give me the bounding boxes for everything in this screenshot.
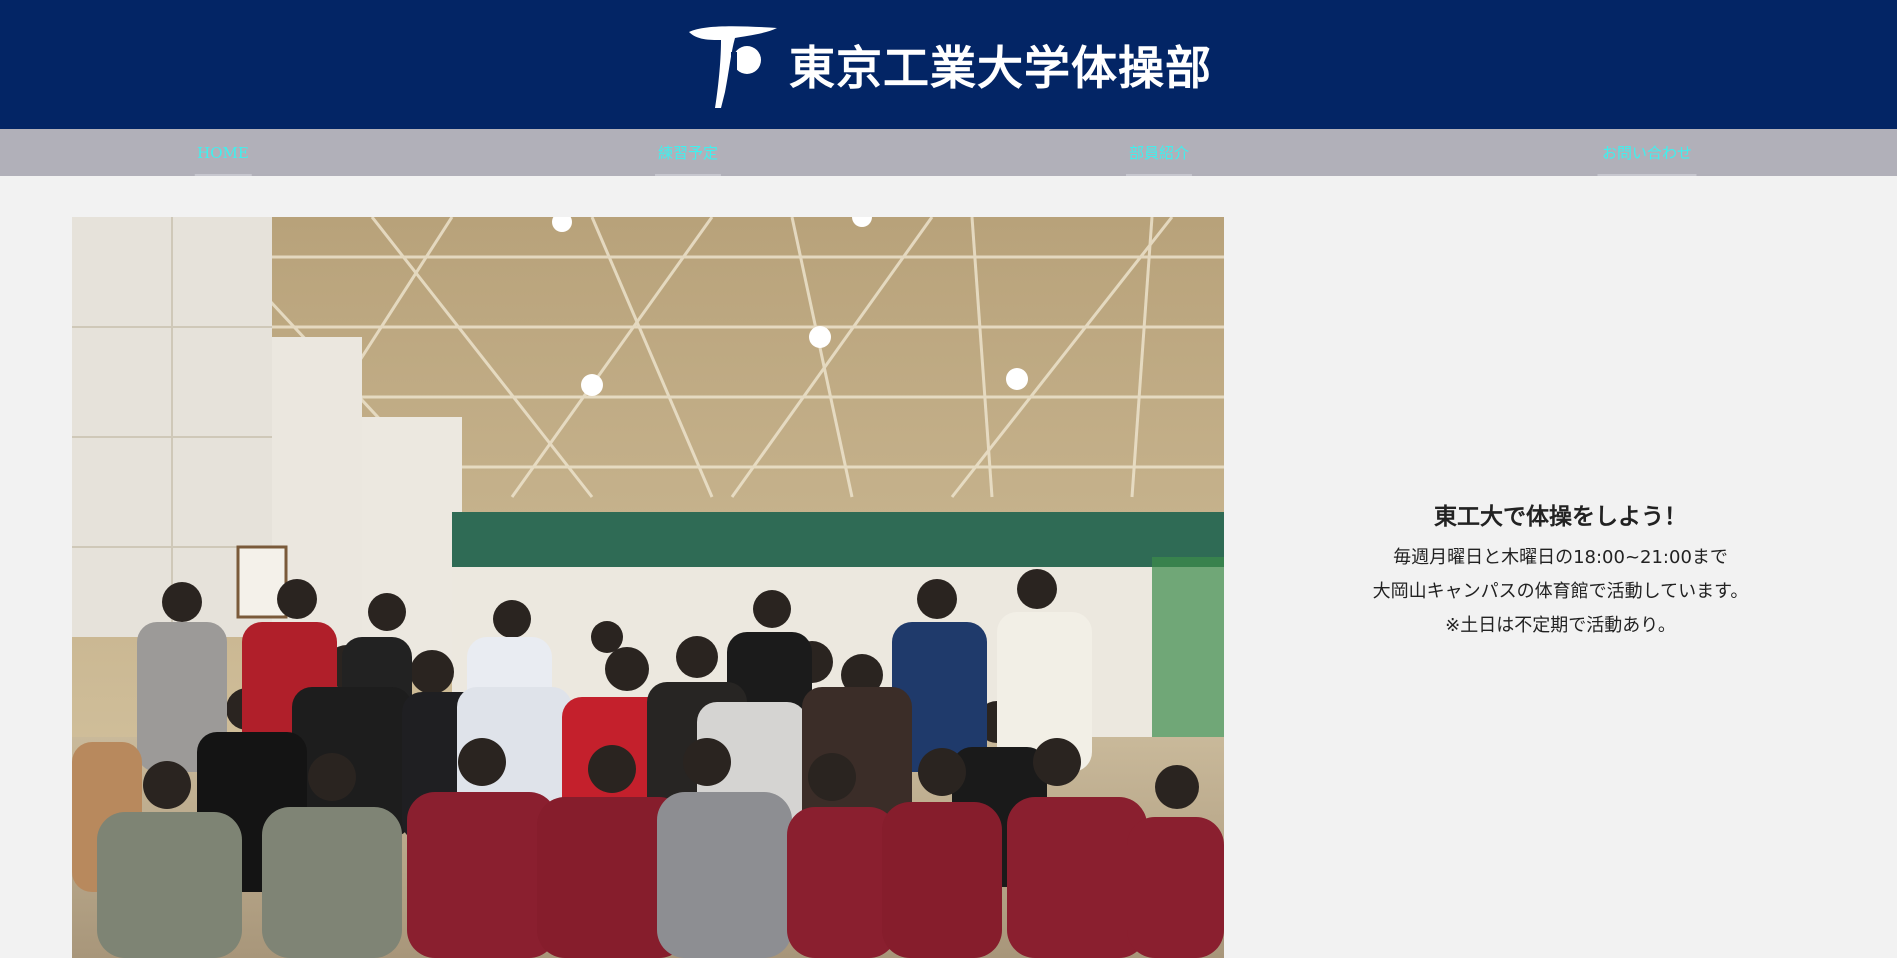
nav-item-practice-schedule[interactable]: 練習予定 [658,129,718,176]
nav-item-members[interactable]: 部員紹介 [1129,129,1189,176]
intro-line-weekend: ※土日は不定期で活動あり。 [1445,615,1676,636]
main-nav: HOME 練習予定 部員紹介 お問い合わせ [0,129,1897,176]
intro-heading: 東工大で体操をしよう！ [1434,504,1687,530]
nav-item-contact[interactable]: お問い合わせ [1602,129,1692,176]
site-title: 東京工業大学体操部 [789,40,1212,95]
intro-section: 東工大で体操をしよう！ 毎週月曜日と木曜日の18:00~21:00まで 大岡山キ… [1224,497,1897,643]
site-logo[interactable]: 東京工業大学体操部 [685,22,1212,108]
intro-line-location: 大岡山キャンパスの体育館で活動しています。 [1372,581,1749,602]
intro-line-schedule: 毎週月曜日と木曜日の18:00~21:00まで [1393,547,1728,568]
gymnast-logo-icon [689,25,777,108]
nav-item-home[interactable]: HOME [197,129,249,176]
team-group-photo [72,217,1224,958]
site-header: 東京工業大学体操部 [0,0,1897,129]
